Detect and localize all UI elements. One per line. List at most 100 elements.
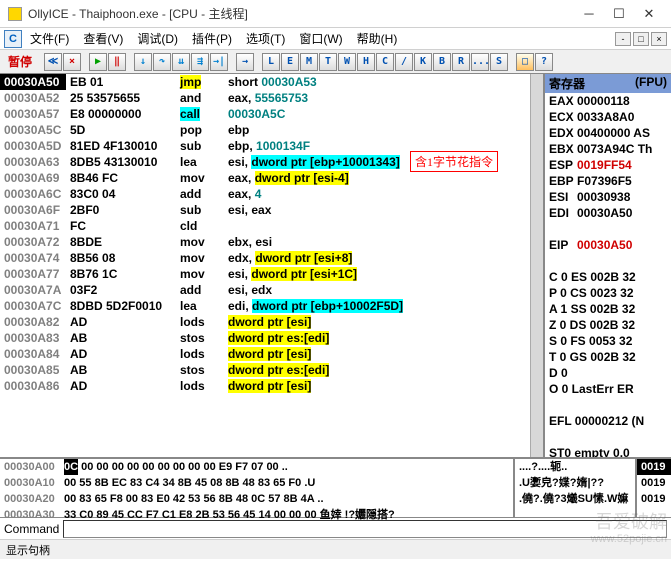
status-bar: 显示句柄 bbox=[0, 539, 671, 559]
trace-into-button[interactable]: ⇊ bbox=[172, 53, 190, 71]
pause-button[interactable]: ‖ bbox=[108, 53, 126, 71]
menubar: C 文件(F)查看(V)调试(D)插件(P)选项(T)窗口(W)帮助(H) - … bbox=[0, 28, 671, 50]
toolbar-H[interactable]: H bbox=[357, 53, 375, 71]
toolbar-K[interactable]: K bbox=[414, 53, 432, 71]
toolbar-C[interactable]: C bbox=[376, 53, 394, 71]
reg-EBX: EBX0073A94C Th bbox=[545, 141, 671, 157]
menu-文件(F)[interactable]: 文件(F) bbox=[24, 28, 75, 49]
execute-till-button[interactable]: →| bbox=[210, 53, 228, 71]
reg-ESP: ESP0019FF54 bbox=[545, 157, 671, 173]
run-button[interactable]: ▶ bbox=[89, 53, 107, 71]
disasm-row[interactable]: 00030A6C83C0 04addeax, 4 bbox=[0, 186, 543, 202]
watermark: 吾爱破解 www.52pojie.cn bbox=[591, 513, 667, 545]
efl-row: EFL 00000212 (N bbox=[545, 413, 671, 429]
menu-插件(P)[interactable]: 插件(P) bbox=[186, 28, 238, 49]
registers-header: 寄存器(FPU) bbox=[545, 74, 671, 93]
flag-row: O 0 LastErr ER bbox=[545, 381, 671, 397]
disasm-row[interactable]: 00030A728BDEmovebx, esi bbox=[0, 234, 543, 250]
mdi-controls: - □ × bbox=[615, 32, 667, 46]
toolbar-S[interactable]: S bbox=[490, 53, 508, 71]
disasm-row[interactable]: 00030A85ABstosdword ptr es:[edi] bbox=[0, 362, 543, 378]
disasm-row[interactable]: 00030A57E8 00000000call00030A5C bbox=[0, 106, 543, 122]
disasm-row[interactable]: 00030A7A03F2addesi, edx bbox=[0, 282, 543, 298]
step-into-button[interactable]: ↓ bbox=[134, 53, 152, 71]
disasm-row[interactable]: 00030A50EB 01jmpshort 00030A53 bbox=[0, 74, 543, 90]
disasm-row[interactable]: 00030A84ADlodsdword ptr [esi] bbox=[0, 346, 543, 362]
toolbar-W[interactable]: W bbox=[338, 53, 356, 71]
menu-查看(V)[interactable]: 查看(V) bbox=[77, 28, 129, 49]
reg-EAX: EAX00000118 bbox=[545, 93, 671, 109]
menu-窗口(W)[interactable]: 窗口(W) bbox=[293, 28, 348, 49]
stop-button[interactable]: × bbox=[63, 53, 81, 71]
dump-address-col: 00030A0000030A1000030A2000030A30 bbox=[0, 459, 60, 517]
cpu-icon[interactable]: C bbox=[4, 30, 22, 48]
stack-col: 001900190019 bbox=[635, 459, 671, 517]
disasm-row[interactable]: 00030A6F2BF0subesi, eax bbox=[0, 202, 543, 218]
reg-ESI: ESI00030938 bbox=[545, 189, 671, 205]
rewind-button[interactable]: ≪ bbox=[44, 53, 62, 71]
goto-button[interactable]: → bbox=[236, 53, 254, 71]
disasm-row[interactable]: 00030A83ABstosdword ptr es:[edi] bbox=[0, 330, 543, 346]
flag-row: C 0 ES 002B 32 bbox=[545, 269, 671, 285]
flag-row: D 0 bbox=[545, 365, 671, 381]
annotation-label: 含1字节花指令 bbox=[410, 151, 498, 172]
titlebar: OllyICE - Thaiphoon.exe - [CPU - 主线程] ─ … bbox=[0, 0, 671, 28]
close-button[interactable]: ✕ bbox=[635, 2, 663, 26]
command-label: Command bbox=[4, 522, 59, 536]
toolbar-L[interactable]: L bbox=[262, 53, 280, 71]
toolbar-/[interactable]: / bbox=[395, 53, 413, 71]
dump-ascii-col: ....?....轭...U嬱皃?媟?媠|??.僥?.僥?3爔SU愫.W嫲 bbox=[513, 459, 635, 517]
disasm-row[interactable]: 00030A778B76 1Cmovesi, dword ptr [esi+1C… bbox=[0, 266, 543, 282]
window-title: OllyICE - Thaiphoon.exe - [CPU - 主线程] bbox=[28, 5, 575, 22]
toolbar-...[interactable]: ... bbox=[471, 53, 489, 71]
mdi-minimize[interactable]: - bbox=[615, 32, 631, 46]
window-controls: ─ ☐ ✕ bbox=[575, 2, 663, 26]
options-button[interactable]: □ bbox=[516, 53, 534, 71]
toolbar: 暂停 ≪ × ▶ ‖ ↓ ↷ ⇊ ⇶ →| → LEMTWHC/KBR...S … bbox=[0, 50, 671, 74]
disassembly-pane[interactable]: 00030A50EB 01jmpshort 00030A5300030A5225… bbox=[0, 74, 543, 457]
toolbar-B[interactable]: B bbox=[433, 53, 451, 71]
command-bar: Command bbox=[0, 517, 671, 539]
menu-调试(D)[interactable]: 调试(D) bbox=[131, 28, 184, 49]
flag-row: P 0 CS 0023 32 bbox=[545, 285, 671, 301]
disasm-row[interactable]: 00030A71FCcld bbox=[0, 218, 543, 234]
trace-over-button[interactable]: ⇶ bbox=[191, 53, 209, 71]
disasm-row[interactable]: 00030A7C8DBD 5D2F0010leaedi, dword ptr [… bbox=[0, 298, 543, 314]
dump-hex-col: 0C 00 00 00 00 00 00 00 00 00 E9 F7 07 0… bbox=[60, 459, 513, 517]
main-area: 00030A50EB 01jmpshort 00030A5300030A5225… bbox=[0, 74, 671, 457]
flag-row: A 1 SS 002B 32 bbox=[545, 301, 671, 317]
minimize-button[interactable]: ─ bbox=[575, 2, 603, 26]
command-input[interactable] bbox=[63, 520, 667, 538]
mdi-restore[interactable]: □ bbox=[633, 32, 649, 46]
step-over-button[interactable]: ↷ bbox=[153, 53, 171, 71]
fpu-row: ST0 empty 0.0 bbox=[545, 445, 671, 457]
menu-选项(T)[interactable]: 选项(T) bbox=[240, 28, 291, 49]
disasm-row[interactable]: 00030A86ADlodsdword ptr [esi] bbox=[0, 378, 543, 394]
reg-EDI: EDI00030A50 bbox=[545, 205, 671, 221]
maximize-button[interactable]: ☐ bbox=[605, 2, 633, 26]
disasm-row[interactable]: 00030A698B46 FCmoveax, dword ptr [esi-4] bbox=[0, 170, 543, 186]
flag-row: T 0 GS 002B 32 bbox=[545, 349, 671, 365]
menu-帮助(H)[interactable]: 帮助(H) bbox=[351, 28, 404, 49]
toolbar-M[interactable]: M bbox=[300, 53, 318, 71]
disasm-row[interactable]: 00030A82ADlodsdword ptr [esi] bbox=[0, 314, 543, 330]
mdi-close[interactable]: × bbox=[651, 32, 667, 46]
reg-eip: EIP00030A50 bbox=[545, 237, 671, 253]
disasm-row[interactable]: 00030A5225 53575655andeax, 55565753 bbox=[0, 90, 543, 106]
app-icon bbox=[8, 7, 22, 21]
reg-ECX: ECX0033A8A0 bbox=[545, 109, 671, 125]
reg-EDX: EDX00400000 AS bbox=[545, 125, 671, 141]
flag-row: S 0 FS 0053 32 bbox=[545, 333, 671, 349]
scrollbar[interactable] bbox=[530, 74, 543, 457]
reg-EBP: EBPF07396F5 bbox=[545, 173, 671, 189]
status-paused: 暂停 bbox=[4, 53, 36, 70]
toolbar-T[interactable]: T bbox=[319, 53, 337, 71]
registers-pane[interactable]: 寄存器(FPU) EAX00000118ECX0033A8A0EDX004000… bbox=[543, 74, 671, 457]
disasm-row[interactable]: 00030A5C5Dpopebp bbox=[0, 122, 543, 138]
dump-pane[interactable]: 00030A0000030A1000030A2000030A30 0C 00 0… bbox=[0, 457, 671, 517]
disasm-row[interactable]: 00030A748B56 08movedx, dword ptr [esi+8] bbox=[0, 250, 543, 266]
flag-row: Z 0 DS 002B 32 bbox=[545, 317, 671, 333]
toolbar-E[interactable]: E bbox=[281, 53, 299, 71]
toolbar-R[interactable]: R bbox=[452, 53, 470, 71]
help-button[interactable]: ? bbox=[535, 53, 553, 71]
